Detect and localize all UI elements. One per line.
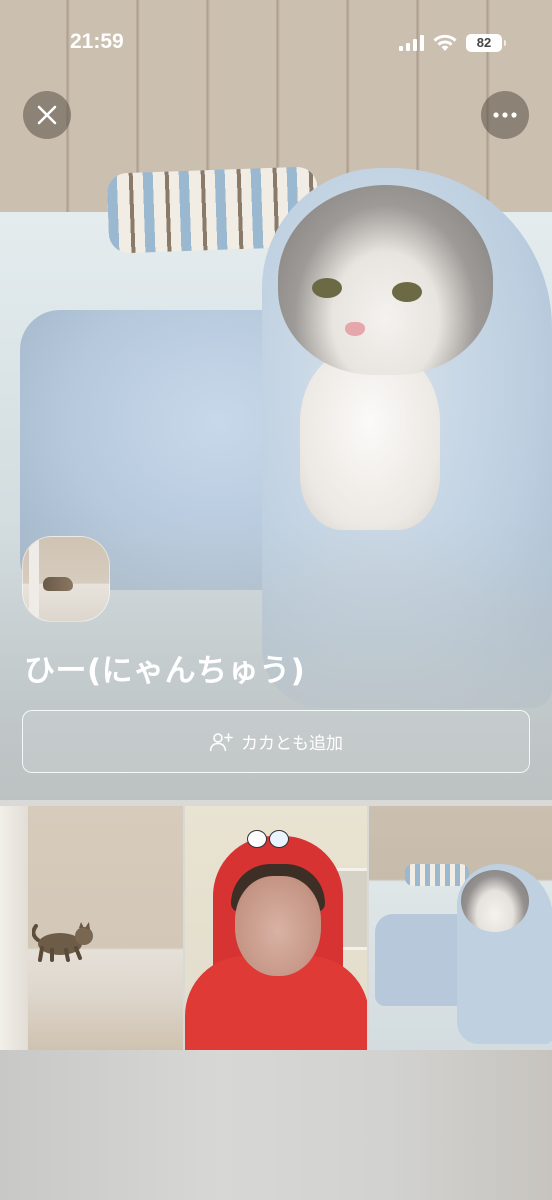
add-friend-label: カカとも追加: [241, 734, 343, 754]
photo-grid: [0, 806, 552, 1050]
cat-eye-left: [312, 278, 342, 298]
wifi-icon: [433, 34, 457, 51]
close-button[interactable]: [23, 91, 71, 139]
cat-image: [461, 870, 530, 932]
bottom-background: [0, 1050, 552, 1200]
more-icon: [493, 112, 517, 118]
photo-thumbnail-person[interactable]: [184, 806, 368, 1050]
status-icons: 82: [399, 34, 506, 52]
profile-name: ひー(にゃんちゅう): [24, 653, 306, 689]
cellular-signal-icon: [399, 35, 424, 51]
battery-icon: 82: [466, 34, 506, 52]
status-time: 21:59: [70, 30, 124, 53]
cat-body: [300, 350, 440, 530]
cat-image: [32, 922, 93, 962]
person-face: [234, 876, 321, 976]
close-icon: [37, 105, 57, 125]
avatar-cat: [43, 577, 73, 591]
person-add-icon: [209, 732, 233, 751]
cat-nose: [345, 322, 365, 336]
cat-face: [278, 185, 493, 375]
profile-avatar[interactable]: [22, 536, 110, 622]
photo-thumbnail-cat-hallway[interactable]: [0, 806, 183, 1050]
photo-thumbnail-cat-blanket[interactable]: [369, 806, 552, 1050]
sticker-icon: [268, 830, 289, 848]
cat-eye-right: [392, 282, 422, 302]
add-friend-button[interactable]: カカとも追加: [22, 710, 530, 773]
sticker-icon: [246, 830, 267, 848]
more-options-button[interactable]: [481, 91, 529, 139]
status-bar: 21:59 82: [0, 0, 552, 90]
